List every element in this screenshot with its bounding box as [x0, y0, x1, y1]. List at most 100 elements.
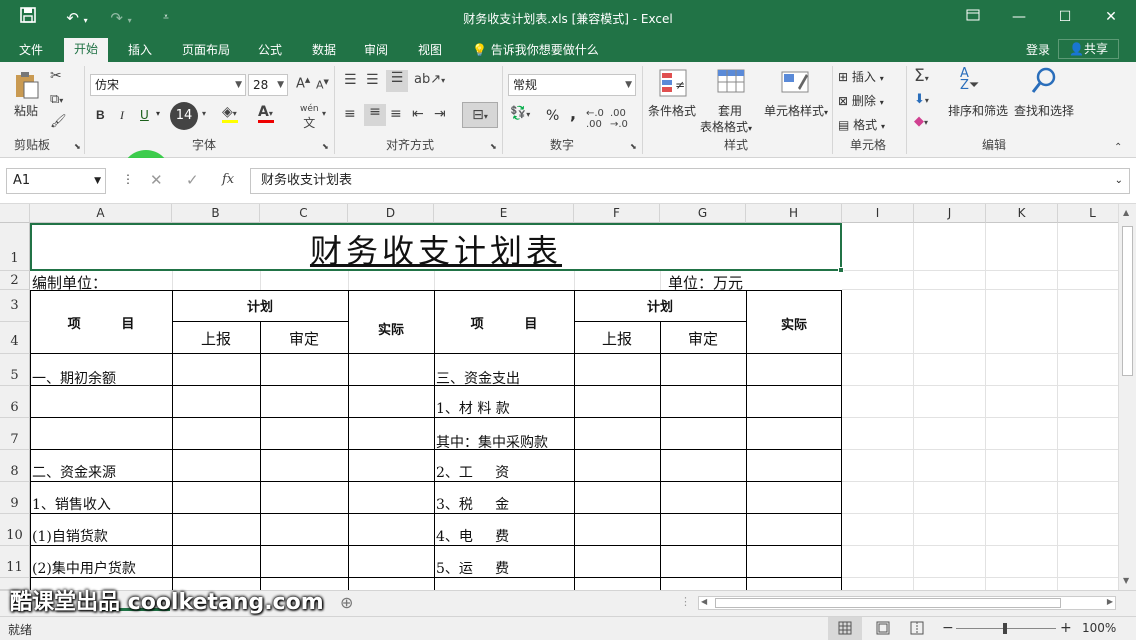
increase-indent-icon[interactable]: ⇥ [434, 106, 446, 122]
increase-font-icon[interactable]: A▲ [296, 76, 310, 91]
row-header-9[interactable]: 9 [0, 482, 30, 514]
vertical-scroll-thumb[interactable] [1122, 226, 1133, 376]
cell-styles-button[interactable]: 单元格样式▾ [764, 102, 828, 119]
zoom-in-icon[interactable]: + [1060, 620, 1072, 636]
border-dropdown-icon[interactable]: ▾ [202, 109, 206, 118]
scroll-down-icon[interactable]: ▼ [1123, 576, 1129, 585]
sort-filter-button[interactable]: 排序和筛选 [948, 102, 1008, 119]
font-color-icon[interactable]: A▾ [258, 104, 274, 123]
align-left-icon[interactable]: ≡ [344, 106, 356, 122]
scroll-left-icon[interactable]: ◀ [701, 597, 707, 606]
collapse-ribbon-icon[interactable]: ⌃ [1114, 142, 1122, 153]
paste-icon[interactable] [12, 70, 42, 103]
clear-icon[interactable]: ◆▾ [914, 114, 928, 129]
align-top-icon[interactable]: ☰ [344, 72, 357, 88]
decrease-font-icon[interactable]: A▼ [316, 78, 329, 92]
fill-icon[interactable]: ⬇▾ [914, 92, 929, 107]
scroll-right-icon[interactable]: ▶ [1107, 597, 1113, 606]
row-header-1[interactable]: 1 [0, 223, 30, 271]
underline-dropdown-icon[interactable]: ▾ [156, 109, 160, 118]
vertical-scrollbar[interactable]: ▲ ▼ [1118, 204, 1136, 590]
number-format-combo[interactable]: 常规 ▼ [508, 74, 636, 96]
align-middle-icon[interactable]: ☰ [366, 72, 379, 88]
cell-styles-icon[interactable] [780, 68, 810, 101]
column-header-i[interactable]: I [842, 204, 914, 223]
orientation-icon[interactable]: ab↗▾ [414, 72, 445, 87]
phonetic-dropdown-icon[interactable]: ▾ [322, 109, 326, 118]
format-as-table-label-1[interactable]: 套用 [718, 102, 742, 119]
conditional-format-button[interactable]: 条件格式 [648, 102, 696, 119]
percent-button[interactable]: % [546, 108, 559, 124]
conditional-format-icon[interactable]: ≠ [658, 68, 688, 101]
fill-color-icon[interactable]: ◈▾ [222, 104, 238, 123]
find-select-button[interactable]: 查找和选择 [1014, 102, 1074, 119]
horizontal-scrollbar[interactable]: ◀ ▶ [698, 596, 1116, 610]
tab-insert[interactable]: 插入 [118, 40, 162, 62]
page-break-view-icon[interactable] [900, 617, 934, 640]
row-header-8[interactable]: 8 [0, 450, 30, 482]
alignment-launcher-icon[interactable]: ⬊ [490, 142, 497, 151]
scroll-up-icon[interactable]: ▲ [1123, 208, 1129, 217]
sort-filter-icon[interactable]: A Z⏷ [960, 67, 979, 92]
row-header-4[interactable]: 4 [0, 322, 30, 354]
column-header-h[interactable]: H [746, 204, 842, 223]
column-header-k[interactable]: K [986, 204, 1058, 223]
paste-button[interactable]: 粘贴 [14, 102, 38, 119]
tab-review[interactable]: 审阅 [354, 40, 398, 62]
bold-button[interactable]: B [96, 108, 105, 122]
row-header-10[interactable]: 10 [0, 514, 30, 546]
italic-button[interactable]: I [120, 108, 124, 123]
tab-page-layout[interactable]: 页面布局 [172, 40, 240, 62]
find-select-icon[interactable] [1030, 66, 1058, 99]
tell-me-search[interactable]: 💡 告诉我你想要做什么 [462, 40, 609, 62]
column-header-b[interactable]: B [172, 204, 260, 223]
close-icon[interactable]: ✕ [1088, 0, 1134, 36]
insert-function-icon[interactable]: fx [222, 172, 234, 187]
column-header-e[interactable]: E [434, 204, 574, 223]
zoom-slider-thumb[interactable] [1003, 623, 1007, 634]
row-header-7[interactable]: 7 [0, 418, 30, 450]
comma-button[interactable]: , [570, 104, 576, 123]
normal-view-icon[interactable] [828, 617, 862, 640]
share-button[interactable]: 👤共享 [1058, 39, 1119, 59]
tab-home[interactable]: 开始 [64, 38, 109, 62]
name-box[interactable]: A1 ▼ [6, 168, 106, 194]
column-header-d[interactable]: D [348, 204, 434, 223]
tab-split-icon[interactable]: ⋮ [680, 595, 691, 608]
format-cells-button[interactable]: ▤ 格式 ▾ [838, 116, 885, 133]
decrease-indent-icon[interactable]: ⇤ [412, 106, 424, 122]
select-all-corner[interactable] [0, 204, 30, 223]
underline-button[interactable]: U [140, 108, 149, 122]
format-as-table-button[interactable]: 表格格式▾ [700, 118, 752, 135]
tab-formulas[interactable]: 公式 [248, 40, 292, 62]
row-header-2[interactable]: 2 [0, 271, 30, 290]
tab-view[interactable]: 视图 [408, 40, 452, 62]
format-painter-icon[interactable]: 🖌 [50, 114, 67, 129]
sign-in-link[interactable]: 登录 [1016, 40, 1060, 62]
column-header-j[interactable]: J [914, 204, 986, 223]
align-bottom-icon[interactable]: ☰ [386, 70, 408, 92]
number-launcher-icon[interactable]: ⬊ [630, 142, 637, 151]
zoom-out-icon[interactable]: − [942, 620, 954, 636]
clipboard-launcher-icon[interactable]: ⬊ [74, 142, 81, 151]
formula-bar-grip-icon[interactable]: ⋮ [122, 172, 134, 186]
merge-center-icon[interactable]: ⊟▾ [462, 102, 498, 128]
new-sheet-icon[interactable]: ⊕ [340, 593, 353, 612]
enter-icon[interactable]: ✓ [186, 171, 199, 189]
column-header-a[interactable]: A [30, 204, 172, 223]
column-header-l[interactable]: L [1058, 204, 1118, 223]
font-size-combo[interactable]: 28 ▼ [248, 74, 288, 96]
autosum-icon[interactable]: Σ▾ [914, 66, 929, 86]
row-header-6[interactable]: 6 [0, 386, 30, 418]
ribbon-display-icon[interactable] [950, 0, 996, 36]
font-name-combo[interactable]: 仿宋 ▼ [90, 74, 246, 96]
currency-icon[interactable]: 💱▾ [510, 106, 530, 121]
formula-input[interactable]: 财务收支计划表 ⌄ [250, 168, 1130, 194]
delete-cells-button[interactable]: ⊠ 删除 ▾ [838, 92, 884, 109]
cut-icon[interactable]: ✂ [50, 68, 62, 84]
font-launcher-icon[interactable]: ⬊ [322, 142, 329, 151]
column-header-c[interactable]: C [260, 204, 348, 223]
page-layout-view-icon[interactable] [866, 617, 900, 640]
minimize-icon[interactable]: — [996, 0, 1042, 36]
zoom-level[interactable]: 100% [1082, 621, 1116, 635]
